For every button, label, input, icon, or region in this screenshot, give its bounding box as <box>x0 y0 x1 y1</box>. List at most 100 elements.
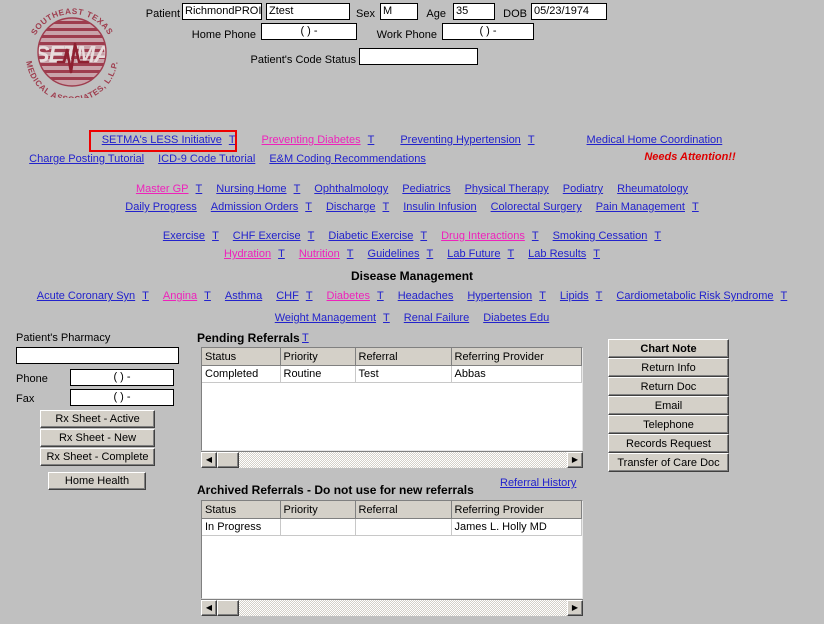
pharmacy-fax-input[interactable]: ( ) - <box>70 389 174 406</box>
link-insulin-infusion[interactable]: Insulin Infusion <box>403 201 476 213</box>
rx-sheet-complete-button[interactable]: Rx Sheet - Complete <box>40 448 155 466</box>
sex-field[interactable]: M <box>380 3 418 20</box>
archived-referrals-hscrollbar[interactable]: ◀ ▶ <box>201 599 583 616</box>
link-headaches[interactable]: Headaches <box>398 290 454 302</box>
t-marker-exercise[interactable]: T <box>212 230 219 242</box>
scroll-thumb[interactable] <box>217 600 239 616</box>
link-physical-therapy[interactable]: Physical Therapy <box>465 183 549 195</box>
t-marker-lab-results[interactable]: T <box>593 248 600 260</box>
t-marker-admission-orders[interactable]: T <box>305 201 312 213</box>
t-marker-diabetes[interactable]: T <box>377 290 384 302</box>
t-marker-acute-coronary-syn[interactable]: T <box>142 290 149 302</box>
records-request-button[interactable]: Records Request <box>608 434 729 453</box>
home-health-button[interactable]: Home Health <box>48 472 146 490</box>
home-phone-field[interactable]: ( ) - <box>261 23 357 40</box>
link-angina[interactable]: Angina <box>163 290 197 302</box>
link-lab-results[interactable]: Lab Results <box>528 248 586 260</box>
link-lab-future[interactable]: Lab Future <box>447 248 500 260</box>
age-field[interactable]: 35 <box>453 3 495 20</box>
link-admission-orders[interactable]: Admission Orders <box>211 201 298 213</box>
t-marker-preventing-hypertension[interactable]: T <box>528 134 535 146</box>
link-rheumatology[interactable]: Rheumatology <box>617 183 688 195</box>
t-marker-discharge[interactable]: T <box>382 201 389 213</box>
link-setmas-less-initiative[interactable]: SETMA's LESS Initiative <box>102 134 222 146</box>
link-em-coding-recommendations[interactable]: E&M Coding Recommendations <box>269 153 426 165</box>
t-marker-smoking-cessation[interactable]: T <box>654 230 661 242</box>
link-hydration[interactable]: Hydration <box>224 248 271 260</box>
link-medical-home-coordination[interactable]: Medical Home Coordination <box>587 134 723 146</box>
link-exercise[interactable]: Exercise <box>163 230 205 242</box>
chart-note-button[interactable]: Chart Note <box>608 339 729 358</box>
link-nutrition[interactable]: Nutrition <box>299 248 340 260</box>
link-drug-interactions[interactable]: Drug Interactions <box>441 230 525 242</box>
code-status-field[interactable] <box>359 48 478 65</box>
pharmacy-name-input[interactable] <box>16 347 179 364</box>
column-header-referral[interactable]: Referral <box>355 348 452 366</box>
pharmacy-phone-input[interactable]: ( ) - <box>70 369 174 386</box>
link-ophthalmology[interactable]: Ophthalmology <box>314 183 388 195</box>
t-marker-guidelines[interactable]: T <box>427 248 434 260</box>
t-marker-preventing-diabetes[interactable]: T <box>368 134 375 146</box>
link-chf-exercise[interactable]: CHF Exercise <box>233 230 301 242</box>
link-asthma[interactable]: Asthma <box>225 290 262 302</box>
column-header-status[interactable]: Status <box>202 348 281 366</box>
link-charge-posting-tutorial[interactable]: Charge Posting Tutorial <box>29 153 144 165</box>
t-marker-less-initiative[interactable]: T <box>229 134 236 146</box>
t-marker-nutrition[interactable]: T <box>347 248 354 260</box>
table-row[interactable]: Completed Routine Test Abbas <box>202 365 582 383</box>
column-header-status[interactable]: Status <box>202 501 281 519</box>
link-podiatry[interactable]: Podiatry <box>563 183 603 195</box>
return-doc-button[interactable]: Return Doc <box>608 377 729 396</box>
link-hypertension[interactable]: Hypertension <box>467 290 532 302</box>
link-guidelines[interactable]: Guidelines <box>368 248 420 260</box>
t-marker-pain-management[interactable]: T <box>692 201 699 213</box>
column-header-referral[interactable]: Referral <box>355 501 452 519</box>
link-cardiometabolic-risk-syndrome[interactable]: Cardiometabolic Risk Syndrome <box>616 290 773 302</box>
transfer-of-care-doc-button[interactable]: Transfer of Care Doc <box>608 453 729 472</box>
link-chf[interactable]: CHF <box>276 290 299 302</box>
t-marker-lipids[interactable]: T <box>596 290 603 302</box>
column-header-referring-provider[interactable]: Referring Provider <box>451 501 582 519</box>
scroll-right-button[interactable]: ▶ <box>567 600 583 616</box>
t-marker-hypertension[interactable]: T <box>539 290 546 302</box>
patient-first-name-field[interactable]: Ztest <box>266 3 350 20</box>
link-renal-failure[interactable]: Renal Failure <box>404 312 469 324</box>
patient-last-name-field[interactable]: RichmondPROI <box>182 3 262 20</box>
t-marker-nursing-home[interactable]: T <box>294 183 301 195</box>
link-lipids[interactable]: Lipids <box>560 290 589 302</box>
column-header-priority[interactable]: Priority <box>280 501 356 519</box>
archived-referrals-grid[interactable]: Status Priority Referral Referring Provi… <box>201 500 583 599</box>
t-marker-lab-future[interactable]: T <box>507 248 514 260</box>
link-weight-management[interactable]: Weight Management <box>275 312 376 324</box>
email-button[interactable]: Email <box>608 396 729 415</box>
link-pain-management[interactable]: Pain Management <box>596 201 685 213</box>
t-marker-drug-interactions[interactable]: T <box>532 230 539 242</box>
work-phone-field[interactable]: ( ) - <box>442 23 534 40</box>
t-marker-master-gp[interactable]: T <box>196 183 203 195</box>
link-daily-progress[interactable]: Daily Progress <box>125 201 197 213</box>
t-marker-pending-referrals[interactable]: T <box>302 332 309 344</box>
t-marker-cardiometabolic-risk-syndrome[interactable]: T <box>781 290 788 302</box>
t-marker-diabetic-exercise[interactable]: T <box>420 230 427 242</box>
dob-field[interactable]: 05/23/1974 <box>531 3 607 20</box>
rx-sheet-active-button[interactable]: Rx Sheet - Active <box>40 410 155 428</box>
scroll-track[interactable] <box>217 600 567 616</box>
t-marker-chf[interactable]: T <box>306 290 313 302</box>
scroll-left-button[interactable]: ◀ <box>201 452 217 468</box>
scroll-track[interactable] <box>217 452 567 468</box>
telephone-button[interactable]: Telephone <box>608 415 729 434</box>
link-acute-coronary-syn[interactable]: Acute Coronary Syn <box>37 290 135 302</box>
table-row[interactable]: In Progress James L. Holly MD <box>202 518 582 536</box>
t-marker-hydration[interactable]: T <box>278 248 285 260</box>
pending-referrals-hscrollbar[interactable]: ◀ ▶ <box>201 451 583 468</box>
t-marker-chf-exercise[interactable]: T <box>308 230 315 242</box>
scroll-thumb[interactable] <box>217 452 239 468</box>
link-diabetic-exercise[interactable]: Diabetic Exercise <box>328 230 413 242</box>
link-preventing-hypertension[interactable]: Preventing Hypertension <box>400 134 520 146</box>
link-pediatrics[interactable]: Pediatrics <box>402 183 450 195</box>
link-smoking-cessation[interactable]: Smoking Cessation <box>553 230 648 242</box>
rx-sheet-new-button[interactable]: Rx Sheet - New <box>40 429 155 447</box>
pending-referrals-grid[interactable]: Status Priority Referral Referring Provi… <box>201 347 583 451</box>
link-master-gp[interactable]: Master GP <box>136 183 189 195</box>
scroll-right-button[interactable]: ▶ <box>567 452 583 468</box>
